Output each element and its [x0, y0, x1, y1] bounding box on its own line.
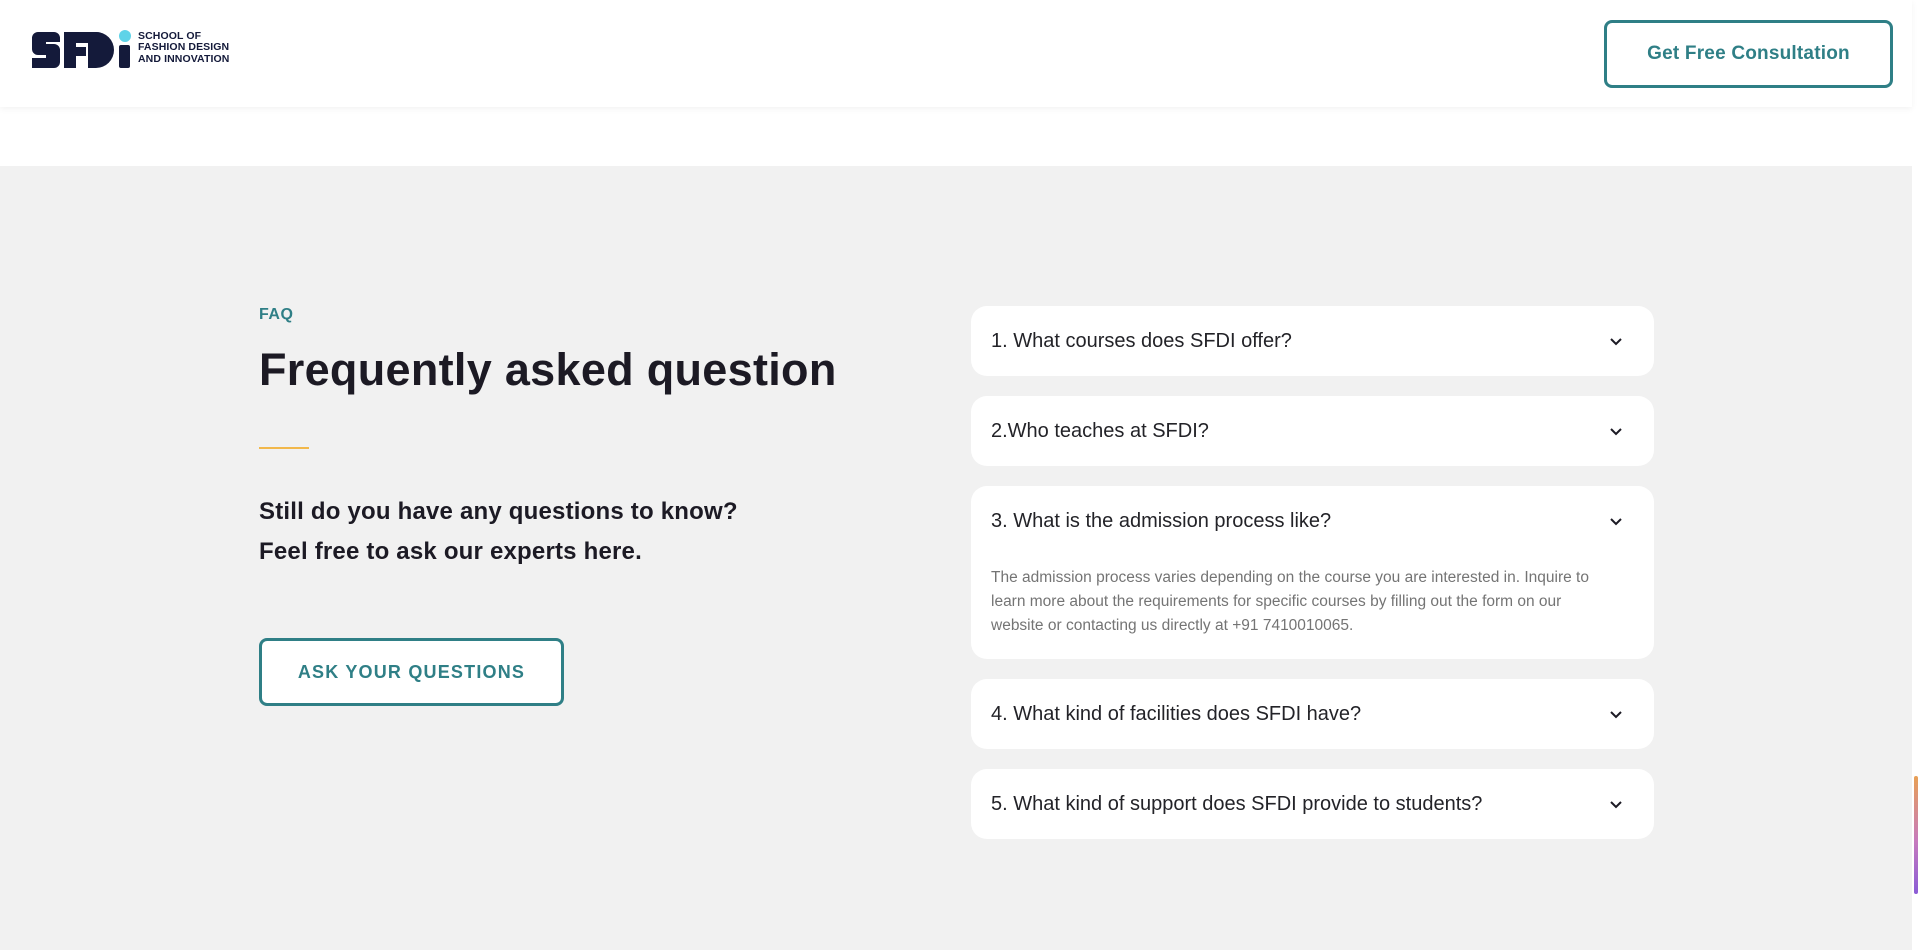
logo-wordmark: SCHOOL OF FASHION DESIGN AND INNOVATION [138, 30, 230, 66]
faq-subtext-line-1: Still do you have any questions to know? [259, 498, 738, 525]
faq-item-5[interactable]: 5. What kind of support does SFDI provid… [971, 769, 1654, 839]
get-free-consultation-button[interactable]: Get Free Consultation [1604, 20, 1893, 88]
chevron-down-icon[interactable] [1608, 333, 1624, 349]
faq-question[interactable]: 4. What kind of facilities does SFDI hav… [991, 703, 1361, 726]
faq-item-3-expanded[interactable]: 3. What is the admission process like? T… [971, 486, 1654, 659]
faq-heading: Frequently asked question [259, 344, 837, 395]
sfdi-logo[interactable]: SCHOOL OF FASHION DESIGN AND INNOVATION [30, 28, 229, 68]
site-header: SCHOOL OF FASHION DESIGN AND INNOVATION … [0, 0, 1912, 107]
faq-item-4[interactable]: 4. What kind of facilities does SFDI hav… [971, 679, 1654, 749]
faq-question[interactable]: 5. What kind of support does SFDI provid… [991, 793, 1482, 816]
chevron-down-icon[interactable] [1608, 706, 1624, 722]
ask-your-questions-button[interactable]: ASK YOUR QUESTIONS [259, 638, 564, 706]
faq-eyebrow: FAQ [259, 306, 294, 323]
logo-text-line-3: AND INNOVATION [138, 52, 230, 65]
page-scrollbar-thumb[interactable] [1914, 776, 1918, 894]
faq-question[interactable]: 3. What is the admission process like? [991, 510, 1331, 533]
chevron-down-icon[interactable] [1608, 513, 1624, 529]
heading-accent-divider [259, 447, 309, 449]
faq-item-2[interactable]: 2.Who teaches at SFDI? [971, 396, 1654, 466]
faq-item-1[interactable]: 1. What courses does SFDI offer? [971, 306, 1654, 376]
faq-question[interactable]: 2.Who teaches at SFDI? [991, 420, 1209, 443]
chevron-down-icon[interactable] [1608, 423, 1624, 439]
sfdi-logo-mark [30, 28, 132, 68]
faq-question[interactable]: 1. What courses does SFDI offer? [991, 330, 1292, 353]
faq-answer: The admission process varies depending o… [991, 569, 1589, 634]
faq-subtext-line-2: Feel free to ask our experts here. [259, 538, 642, 565]
chevron-down-icon[interactable] [1608, 796, 1624, 812]
